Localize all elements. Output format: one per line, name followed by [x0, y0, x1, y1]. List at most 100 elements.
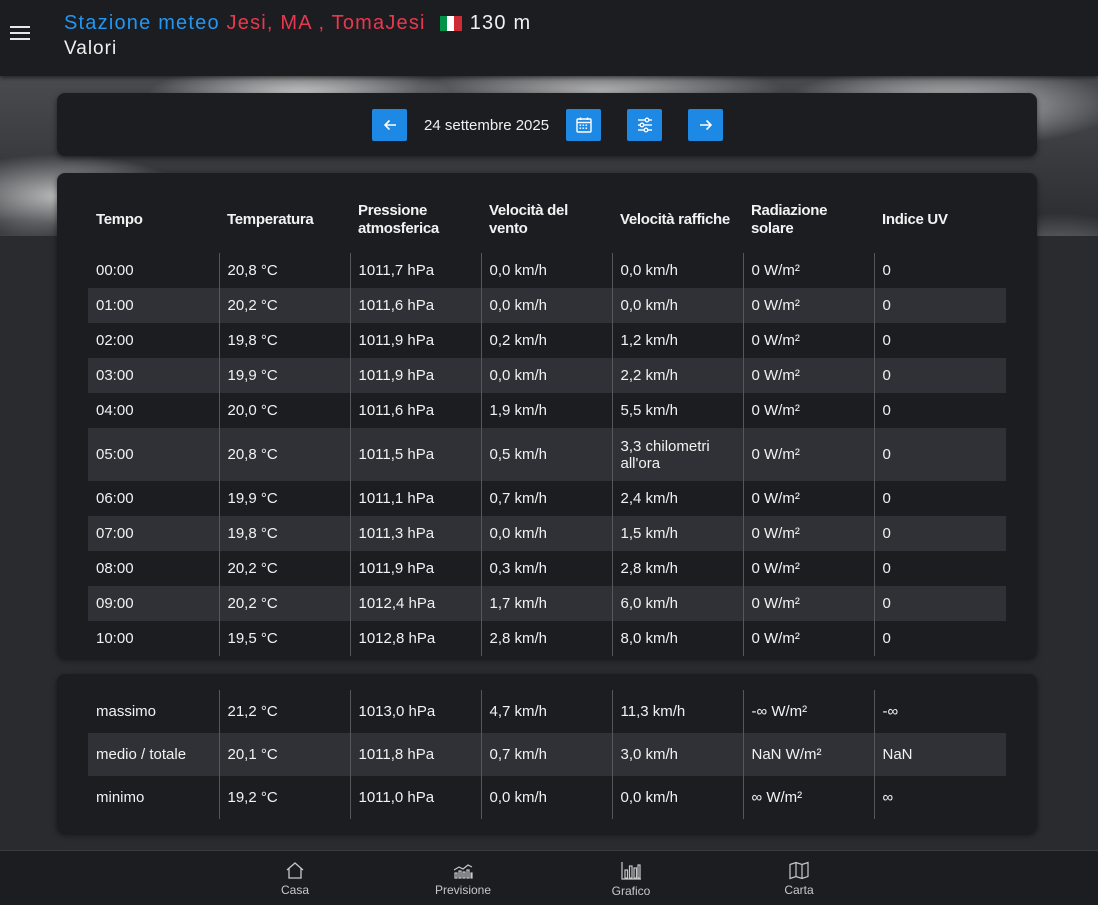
table-cell: 0 [873, 481, 1006, 516]
nav-label: Previsione [434, 883, 492, 897]
table-cell: 08:00 [96, 560, 134, 577]
nav-label: Grafico [611, 884, 651, 898]
table-cell: 0 [873, 516, 1006, 551]
home-icon [286, 862, 304, 879]
table-cell: 20,0 °C [218, 393, 350, 428]
table-row: 08:00 20,2 °C 1011,9 hPa 0,3 km/h 2,8 km/h 0 … [88, 551, 1006, 586]
next-day-button[interactable] [688, 109, 724, 141]
summary-table: massimo 21,2 °C 1013,0 hPa 4,7 km/h 11,3 km/… [88, 690, 1006, 819]
nav-item-chart[interactable]: Grafico [586, 861, 676, 898]
filter-icon [637, 117, 652, 133]
menu-icon[interactable] [10, 26, 30, 42]
nav-label: Carta [784, 883, 814, 897]
column-header[interactable]: Temperatura [219, 187, 350, 253]
column-header[interactable]: Velocità raffiche [612, 187, 743, 253]
table-cell: 0,0 km/h [611, 776, 743, 819]
table-cell: 05:00 [88, 428, 219, 481]
table-cell: 0,7 km/h [480, 733, 612, 776]
table-cell: NaN [873, 733, 1006, 776]
calendar-button[interactable] [566, 109, 602, 141]
table-cell: 0 [873, 393, 1006, 428]
table-cell: 0 [873, 551, 1006, 586]
page-title: Stazione meteo Jesi, MA , TomaJesi 130 m [64, 12, 531, 35]
summary-row-max: massimo 21,2 °C 1013,0 hPa 4,7 km/h 11,3 km/… [88, 690, 1006, 733]
summary-row-min: minimo 19,2 °C 1011,0 hPa 0,0 km/h 0,0 km/h ∞… [88, 776, 1006, 819]
table-cell: 20,8 °C [218, 253, 350, 288]
table-cell: 0 W/m² [742, 358, 874, 393]
table-cell: 1011,5 hPa [349, 428, 481, 481]
table-row: 01:00 20,2 °C 1011,6 hPa 0,0 km/h 0,0 km/h 0 … [88, 288, 1006, 323]
table-cell: 5,5 km/h [611, 393, 743, 428]
table-row: 06:00 19,9 °C 1011,1 hPa 0,7 km/h 2,4 km/h 0 … [88, 481, 1006, 516]
filter-button[interactable] [627, 109, 663, 141]
page-subtitle: Valori [64, 38, 118, 59]
nav-item-map[interactable]: Carta [754, 861, 844, 897]
table-cell: 0,3 km/h [480, 551, 612, 586]
title-location: Jesi, MA , TomaJesi [226, 12, 426, 34]
nav-item-forecast[interactable]: Previsione [418, 861, 508, 897]
previous-day-button[interactable] [372, 109, 407, 141]
table-cell: 0,0 km/h [480, 516, 612, 551]
table-cell: 1011,1 hPa [349, 481, 481, 516]
arrow-left-icon [383, 119, 396, 131]
table-row: 02:00 19,8 °C 1011,9 hPa 0,2 km/h 1,2 km/h 0 … [88, 323, 1006, 358]
flag-stripe-green [439, 16, 448, 31]
table-cell: 04:00 [96, 402, 134, 419]
table-cell: 0 W/m² [742, 481, 874, 516]
table-cell: 0 [873, 288, 1006, 323]
table-cell: 1,9 km/h [480, 393, 612, 428]
table-cell: 11,3 km/h [611, 690, 743, 733]
table-cell: 1011,8 hPa [349, 733, 481, 776]
summary-row-average: medio / totale 20,1 °C 1011,8 hPa 0,7 km/h 3… [88, 733, 1006, 776]
column-header[interactable]: Indice UV [874, 187, 1006, 253]
table-row: 10:00 19,5 °C 1012,8 hPa 2,8 km/h 8,0 km/h 0 … [88, 621, 1006, 656]
table-cell: -∞ W/m² [742, 690, 874, 733]
table-row: 03:00 19,9 °C 1011,9 hPa 0,0 km/h 2,2 km/h 0 … [88, 358, 1006, 393]
italy-flag-icon [439, 16, 462, 31]
table-cell: 1,5 km/h [611, 516, 743, 551]
table-cell: 1011,9 hPa [349, 358, 481, 393]
table-row: 09:00 20,2 °C 1012,4 hPa 1,7 km/h 6,0 km/h 0 … [88, 586, 1006, 621]
table-cell: ∞ W/m² [742, 776, 874, 819]
table-cell: 8,0 km/h [611, 621, 743, 656]
table-cell: 0 W/m² [742, 323, 874, 358]
table-cell: 0 W/m² [742, 516, 874, 551]
table-cell: 4,7 km/h [480, 690, 612, 733]
nav-label: Casa [280, 883, 309, 897]
date-navigation-bar: 24 settembre 2025 [57, 93, 1037, 156]
table-cell: 0 [873, 323, 1006, 358]
table-cell: 0 [873, 428, 1006, 481]
table-cell: 3,3 chilometri all'ora [611, 428, 743, 481]
table-row: 05:00 20,8 °C 1011,5 hPa 0,5 km/h 3,3 chilom… [88, 428, 1006, 481]
table-cell: 0,0 km/h [480, 776, 612, 819]
table-cell: 20,2 °C [218, 586, 350, 621]
nav-item-home[interactable]: Casa [250, 861, 340, 897]
table-cell: minimo [96, 789, 145, 806]
table-cell: 19,8 °C [218, 516, 350, 551]
table-cell: NaN W/m² [742, 733, 874, 776]
bottom-navigation: Casa Previsione Grafico Carta [0, 850, 1098, 905]
table-row: 07:00 19,8 °C 1011,3 hPa 0,0 km/h 1,5 km/h 0 … [88, 516, 1006, 551]
table-cell: 0,7 km/h [480, 481, 612, 516]
flag-stripe-white [447, 16, 455, 31]
column-header[interactable]: Radiazione solare [743, 187, 874, 253]
summary-card: massimo 21,2 °C 1013,0 hPa 4,7 km/h 11,3 km/… [57, 674, 1037, 833]
table-cell: 3,0 km/h [611, 733, 743, 776]
table-cell: 20,1 °C [218, 733, 350, 776]
table-cell: 19,9 °C [218, 358, 350, 393]
table-cell: 0,0 km/h [480, 253, 612, 288]
table-cell: 1011,7 hPa [349, 253, 481, 288]
column-header[interactable]: Velocità del vento [481, 187, 612, 253]
table-cell: 2,2 km/h [611, 358, 743, 393]
table-cell: 1011,3 hPa [349, 516, 481, 551]
table-cell: 0,0 km/h [480, 358, 612, 393]
column-header[interactable]: Tempo [88, 187, 219, 253]
table-cell: 20,8 °C [218, 428, 350, 481]
arrow-right-icon [699, 119, 712, 131]
table-cell: ∞ [873, 776, 1006, 819]
column-header[interactable]: Pressione atmosferica [350, 187, 481, 253]
table-cell: 19,2 °C [218, 776, 350, 819]
table-cell: 0 W/m² [742, 253, 874, 288]
table-cell: 02:00 [96, 332, 134, 349]
table-cell: 0,0 km/h [611, 288, 743, 323]
